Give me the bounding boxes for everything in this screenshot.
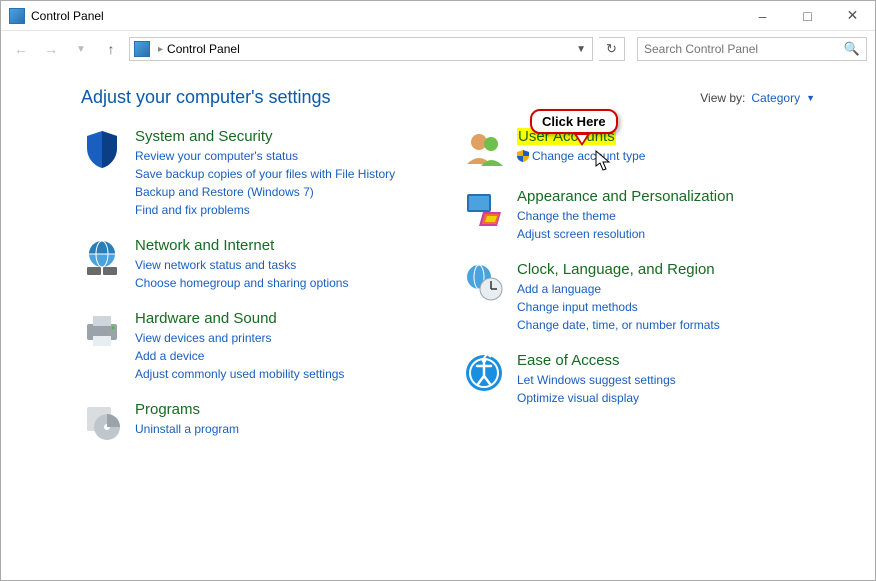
control-panel-icon [9,8,25,24]
category-title[interactable]: Clock, Language, and Region [517,261,715,278]
category-ease-of-access: Ease of Access Let Windows suggest setti… [463,352,815,407]
category-title[interactable]: Hardware and Sound [135,310,277,327]
category-link[interactable]: Change date, time, or number formats [517,316,720,334]
page-heading: Adjust your computer's settings [81,87,331,108]
category-title[interactable]: System and Security [135,128,273,145]
category-title[interactable]: Programs [135,401,200,418]
content: Adjust your computer's settings View by:… [1,67,875,461]
category-hardware-sound: Hardware and Sound View devices and prin… [81,310,433,383]
view-by-value[interactable]: Category [751,91,800,105]
forward-button[interactable]: → [39,37,63,61]
category-link[interactable]: Adjust commonly used mobility settings [135,365,344,383]
category-link[interactable]: Let Windows suggest settings [517,371,676,389]
breadcrumb[interactable]: Control Panel [167,42,240,56]
category-link[interactable]: Add a language [517,280,720,298]
clock-globe-icon [463,261,505,303]
category-network-internet: Network and Internet View network status… [81,237,433,292]
category-programs: Programs Uninstall a program [81,401,433,443]
ease-of-access-icon [463,352,505,394]
view-by: View by: Category ▼ [700,91,815,105]
chevron-down-icon[interactable]: ▼ [806,93,815,103]
printer-hardware-icon [81,310,123,352]
category-link[interactable]: Choose homegroup and sharing options [135,274,348,292]
category-link[interactable]: View network status and tasks [135,256,348,274]
category-link[interactable]: Add a device [135,347,344,365]
category-grid: System and Security Review your computer… [81,128,815,461]
category-user-accounts: User Accounts Change account type [463,128,815,170]
category-title[interactable]: Network and Internet [135,237,274,254]
category-link[interactable]: Backup and Restore (Windows 7) [135,183,395,201]
address-bar[interactable]: ▸ Control Panel ▼ [129,37,593,61]
address-dropdown[interactable]: ▼ [570,44,592,55]
view-by-label: View by: [700,91,745,105]
category-link[interactable]: Save backup copies of your files with Fi… [135,165,395,183]
category-link[interactable]: Review your computer's status [135,147,395,165]
callout-tail [574,134,590,146]
shield-system-icon [81,128,123,170]
window-title: Control Panel [31,9,104,23]
category-link[interactable]: View devices and printers [135,329,344,347]
category-appearance-personalization: Appearance and Personalization Change th… [463,188,815,243]
category-system-security: System and Security Review your computer… [81,128,433,219]
globe-network-icon [81,237,123,279]
back-button[interactable]: ← [9,37,33,61]
category-link[interactable]: Change input methods [517,298,720,316]
category-link[interactable]: Uninstall a program [135,420,239,438]
search-input[interactable] [638,42,838,56]
refresh-button[interactable]: ↻ [599,37,625,61]
appearance-icon [463,188,505,230]
category-link[interactable]: Change the theme [517,207,734,225]
uac-shield-icon [517,150,529,162]
recent-dropdown[interactable]: ▼ [69,37,93,61]
category-link[interactable]: Optimize visual display [517,389,676,407]
maximize-button[interactable]: □ [785,1,830,30]
disc-programs-icon [81,401,123,443]
callout-label: Click Here [530,109,618,134]
category-link[interactable]: Adjust screen resolution [517,225,734,243]
window-buttons: – □ ✕ [740,1,875,30]
category-title[interactable]: Ease of Access [517,352,620,369]
up-button[interactable]: ↑ [99,37,123,61]
right-column: User Accounts Change account type Appear… [463,128,815,461]
search-icon[interactable]: 🔍 [838,41,866,57]
close-button[interactable]: ✕ [830,1,875,30]
search-box[interactable]: 🔍 [637,37,867,61]
category-link[interactable]: Change account type [517,147,645,165]
titlebar: Control Panel – □ ✕ [1,1,875,31]
callout-annotation: Click Here [530,109,618,134]
minimize-button[interactable]: – [740,1,785,30]
navbar: ← → ▼ ↑ ▸ Control Panel ▼ ↻ 🔍 [1,31,875,67]
category-title[interactable]: Appearance and Personalization [517,188,734,205]
people-users-icon [463,128,505,170]
category-link[interactable]: Find and fix problems [135,201,395,219]
page-heading-row: Adjust your computer's settings View by:… [81,87,815,108]
control-panel-icon [134,41,150,57]
left-column: System and Security Review your computer… [81,128,433,461]
chevron-right-icon: ▸ [154,44,167,55]
category-clock-language-region: Clock, Language, and Region Add a langua… [463,261,815,334]
